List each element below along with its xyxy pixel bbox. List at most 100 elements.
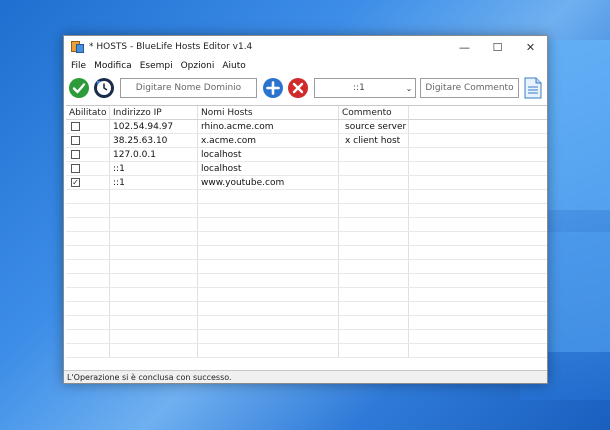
table-row[interactable] xyxy=(66,246,547,260)
maximize-button[interactable]: ☐ xyxy=(481,36,514,58)
close-button[interactable]: ✕ xyxy=(514,36,547,58)
cell-ip[interactable] xyxy=(110,344,198,357)
cell-empty[interactable] xyxy=(409,204,547,217)
header-commento[interactable]: Commento xyxy=(339,106,409,119)
cell-comment[interactable] xyxy=(339,162,409,175)
cell-ip[interactable] xyxy=(110,260,198,273)
cell-empty[interactable] xyxy=(409,344,547,357)
cell-empty[interactable] xyxy=(409,162,547,175)
cell-host[interactable] xyxy=(198,302,339,315)
header-abilitato[interactable]: Abilitato xyxy=(66,106,110,119)
table-row[interactable] xyxy=(66,288,547,302)
table-row[interactable]: ✓::1 www.youtube.com xyxy=(66,176,547,190)
header-nomi-hosts[interactable]: Nomi Hosts xyxy=(198,106,339,119)
cell-empty[interactable] xyxy=(409,316,547,329)
cell-ip[interactable]: 38.25.63.10 xyxy=(110,134,198,147)
cell-ip[interactable]: 127.0.0.1 xyxy=(110,148,198,161)
cell-comment[interactable] xyxy=(339,204,409,217)
minimize-button[interactable]: — xyxy=(448,36,481,58)
cell-host[interactable] xyxy=(198,246,339,259)
table-row[interactable] xyxy=(66,344,547,358)
table-row[interactable]: 127.0.0.1 localhost xyxy=(66,148,547,162)
cell-comment[interactable] xyxy=(339,316,409,329)
cell-empty[interactable] xyxy=(409,246,547,259)
table-row[interactable] xyxy=(66,302,547,316)
cell-host[interactable] xyxy=(198,274,339,287)
table-row[interactable] xyxy=(66,218,547,232)
table-row[interactable]: 102.54.94.97 rhino.acme.com source server xyxy=(66,120,547,134)
table-row[interactable]: 38.25.63.10 x.acme.com x client host xyxy=(66,134,547,148)
cell-empty[interactable] xyxy=(409,330,547,343)
table-row[interactable] xyxy=(66,330,547,344)
delete-button[interactable] xyxy=(288,78,308,98)
cell-comment[interactable] xyxy=(339,232,409,245)
cell-empty[interactable] xyxy=(409,190,547,203)
cell-host[interactable]: rhino.acme.com xyxy=(198,120,339,133)
enabled-checkbox[interactable] xyxy=(71,122,80,131)
cell-host[interactable] xyxy=(198,288,339,301)
enabled-checkbox[interactable] xyxy=(71,136,80,145)
cell-empty[interactable] xyxy=(409,260,547,273)
menu-opzioni[interactable]: Opzioni xyxy=(178,61,218,71)
enabled-checkbox[interactable]: ✓ xyxy=(71,178,80,187)
header-indirizzo-ip[interactable]: Indirizzo IP xyxy=(110,106,198,119)
cell-empty[interactable] xyxy=(409,274,547,287)
cell-host[interactable] xyxy=(198,316,339,329)
table-row[interactable]: ::1 localhost xyxy=(66,162,547,176)
cell-host[interactable]: localhost xyxy=(198,148,339,161)
menu-esempi[interactable]: Esempi xyxy=(137,61,176,71)
cell-host[interactable] xyxy=(198,190,339,203)
cell-ip[interactable] xyxy=(110,232,198,245)
cell-comment[interactable]: x client host xyxy=(339,134,409,147)
cell-empty[interactable] xyxy=(409,218,547,231)
menu-file[interactable]: File xyxy=(68,61,89,71)
cell-ip[interactable] xyxy=(110,302,198,315)
cell-host[interactable] xyxy=(198,344,339,357)
cell-ip[interactable] xyxy=(110,190,198,203)
menu-aiuto[interactable]: Aiuto xyxy=(219,61,248,71)
add-button[interactable] xyxy=(263,78,283,98)
cell-comment[interactable] xyxy=(339,190,409,203)
cell-host[interactable] xyxy=(198,232,339,245)
cell-comment[interactable] xyxy=(339,274,409,287)
cell-comment[interactable] xyxy=(339,260,409,273)
cell-empty[interactable] xyxy=(409,120,547,133)
cell-ip[interactable] xyxy=(110,218,198,231)
cell-comment[interactable] xyxy=(339,288,409,301)
cell-ip[interactable] xyxy=(110,316,198,329)
table-row[interactable] xyxy=(66,274,547,288)
cell-empty[interactable] xyxy=(409,148,547,161)
cell-ip[interactable]: ::1 xyxy=(110,162,198,175)
cell-comment[interactable] xyxy=(339,302,409,315)
cell-comment[interactable] xyxy=(339,344,409,357)
cell-host[interactable] xyxy=(198,260,339,273)
cell-ip[interactable]: ::1 xyxy=(110,176,198,189)
table-row[interactable] xyxy=(66,316,547,330)
cell-empty[interactable] xyxy=(409,288,547,301)
history-button[interactable] xyxy=(94,78,114,98)
cell-host[interactable] xyxy=(198,330,339,343)
cell-empty[interactable] xyxy=(409,302,547,315)
cell-empty[interactable] xyxy=(409,232,547,245)
ip-select[interactable]: ::1 ⌄ xyxy=(314,78,416,98)
cell-comment[interactable] xyxy=(339,176,409,189)
table-row[interactable] xyxy=(66,204,547,218)
cell-comment[interactable] xyxy=(339,246,409,259)
cell-host[interactable] xyxy=(198,218,339,231)
comment-input[interactable]: Digitare Commento xyxy=(420,78,519,98)
title-bar[interactable]: * HOSTS - BlueLife Hosts Editor v1.4 — ☐… xyxy=(64,36,547,58)
cell-ip[interactable] xyxy=(110,246,198,259)
cell-ip[interactable] xyxy=(110,204,198,217)
document-icon[interactable] xyxy=(524,77,542,99)
apply-button[interactable] xyxy=(69,78,89,98)
cell-ip[interactable] xyxy=(110,274,198,287)
table-row[interactable] xyxy=(66,260,547,274)
enabled-checkbox[interactable] xyxy=(71,164,80,173)
cell-host[interactable] xyxy=(198,204,339,217)
enabled-checkbox[interactable] xyxy=(71,150,80,159)
cell-empty[interactable] xyxy=(409,176,547,189)
table-row[interactable] xyxy=(66,190,547,204)
cell-comment[interactable]: source server xyxy=(339,120,409,133)
cell-host[interactable]: localhost xyxy=(198,162,339,175)
domain-input[interactable]: Digitare Nome Dominio xyxy=(120,78,257,98)
